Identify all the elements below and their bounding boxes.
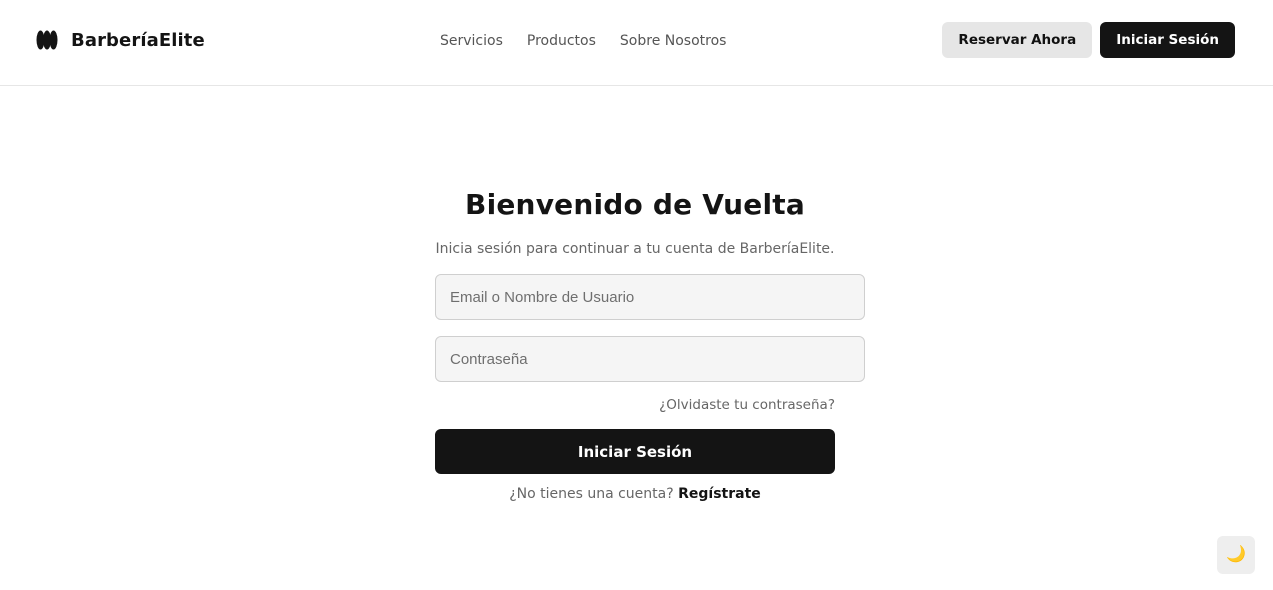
- header-actions: Reservar Ahora Iniciar Sesión: [942, 22, 1235, 58]
- signup-link[interactable]: Regístrate: [678, 486, 761, 502]
- signup-prompt: ¿No tienes una cuenta?: [509, 486, 679, 502]
- theme-toggle-button[interactable]: 🌙: [1217, 536, 1255, 574]
- nav-servicios[interactable]: Servicios: [440, 33, 503, 49]
- reserve-button[interactable]: Reservar Ahora: [942, 22, 1093, 58]
- header-login-button[interactable]: Iniciar Sesión: [1100, 22, 1235, 58]
- site-header: BarberíaElite Servicios Productos Sobre …: [0, 0, 1273, 86]
- brand[interactable]: BarberíaElite: [36, 28, 205, 52]
- login-form: Bienvenido de Vuelta Inicia sesión para …: [435, 185, 865, 504]
- forgot-row: ¿Olvidaste tu contraseña?: [435, 394, 835, 413]
- page-subtitle: Inicia sesión para continuar a tu cuenta…: [435, 241, 835, 257]
- password-field[interactable]: [435, 336, 865, 382]
- nav-productos[interactable]: Productos: [527, 33, 596, 49]
- nav-sobre-nosotros[interactable]: Sobre Nosotros: [620, 33, 727, 49]
- signup-row: ¿No tienes una cuenta? Regístrate: [435, 484, 835, 504]
- forgot-password-link[interactable]: ¿Olvidaste tu contraseña?: [659, 397, 835, 413]
- moon-icon: 🌙: [1226, 546, 1246, 563]
- login-submit-button[interactable]: Iniciar Sesión: [435, 429, 835, 474]
- barber-logo-icon: [36, 30, 58, 50]
- main-nav: Servicios Productos Sobre Nosotros: [440, 31, 726, 51]
- page-title: Bienvenido de Vuelta: [465, 188, 805, 221]
- brand-name: BarberíaElite: [71, 29, 205, 51]
- email-field[interactable]: [435, 274, 865, 320]
